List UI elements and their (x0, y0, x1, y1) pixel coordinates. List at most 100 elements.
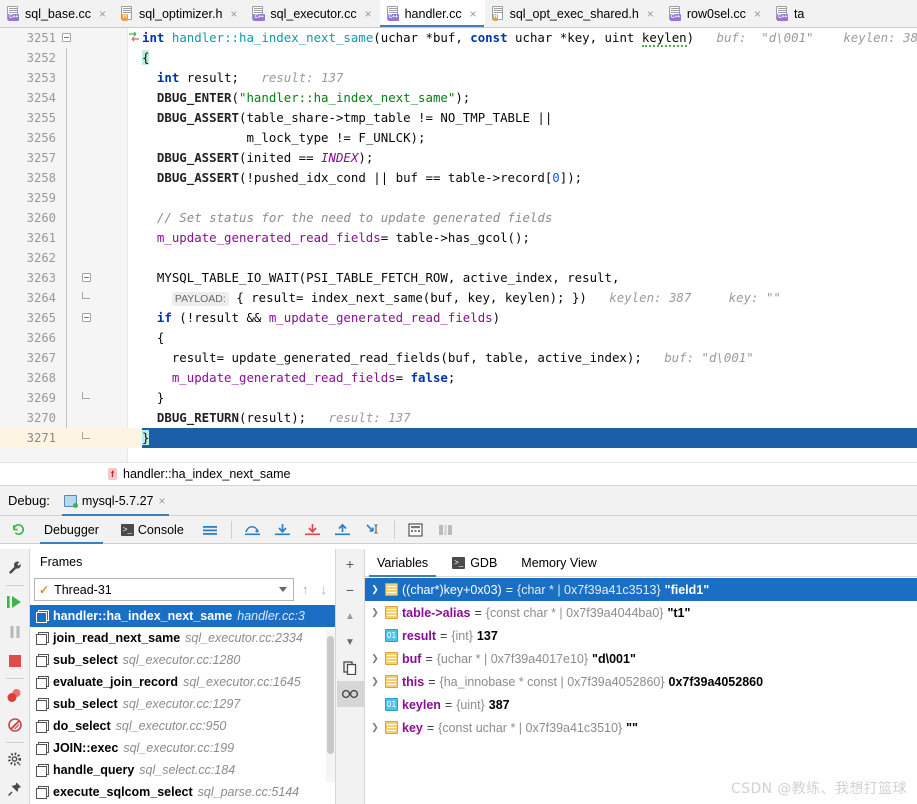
variable-row[interactable]: ❯ ((char*)key+0x03) = {char * | 0x7f39a4… (365, 578, 917, 601)
step-over-icon[interactable] (239, 515, 267, 545)
frame-row[interactable]: join_read_next_same sql_executor.cc:2334 (30, 627, 335, 649)
close-icon[interactable]: × (98, 8, 107, 20)
frame-row[interactable]: execute_sqlcom_select sql_parse.cc:5144 (30, 781, 335, 803)
tab-console[interactable]: >_ Console (111, 516, 194, 544)
line-markers[interactable] (60, 348, 126, 368)
close-icon[interactable]: × (229, 8, 238, 20)
line-markers[interactable] (60, 148, 126, 168)
breadcrumb-label[interactable]: handler::ha_index_next_same (123, 467, 290, 481)
tab-gdb[interactable]: >_ GDB (440, 549, 509, 576)
tab-variables[interactable]: Variables (365, 549, 440, 577)
line-markers[interactable] (60, 288, 126, 308)
code-editor[interactable]: 3251 int handler::ha_index_next_same(uch… (0, 28, 917, 462)
frame-row[interactable]: handle_query sql_select.cc:184 (30, 759, 335, 781)
copy-value-button[interactable] (337, 655, 364, 681)
stop-program-icon[interactable] (1, 646, 29, 676)
move-watch-up-button[interactable]: ▲ (337, 603, 364, 629)
line-markers[interactable] (60, 388, 126, 408)
line-markers[interactable] (60, 368, 126, 388)
thread-dropdown[interactable]: ✓ Thread-31 (34, 578, 294, 601)
frame-down-button[interactable]: ↓ (317, 582, 332, 597)
remove-watch-button[interactable]: − (337, 577, 364, 603)
chevron-right-icon[interactable]: ❯ (369, 607, 381, 618)
frame-up-button[interactable]: ↑ (298, 582, 313, 597)
fold-end-icon[interactable] (82, 392, 90, 399)
line-markers[interactable] (60, 228, 126, 248)
breadcrumb[interactable]: f handler::ha_index_next_same (0, 462, 917, 486)
add-watch-button[interactable]: + (337, 551, 364, 577)
line-markers[interactable] (60, 268, 126, 288)
code-content[interactable]: 3251 int handler::ha_index_next_same(uch… (0, 28, 917, 462)
move-watch-down-button[interactable]: ▼ (337, 629, 364, 655)
resume-program-icon[interactable] (1, 587, 29, 617)
chevron-down-icon[interactable] (279, 587, 287, 592)
line-markers[interactable] (60, 68, 126, 88)
run-to-cursor-icon[interactable] (359, 515, 387, 545)
line-markers[interactable] (60, 308, 126, 328)
tab-memory-view[interactable]: Memory View (509, 549, 608, 576)
line-markers[interactable] (60, 328, 126, 348)
fold-toggle-icon[interactable] (82, 273, 91, 282)
chevron-right-icon[interactable]: ❯ (369, 653, 381, 664)
variable-row[interactable]: ❯ buf = {uchar * | 0x7f39a4017e10} "d\00… (365, 647, 917, 670)
close-icon[interactable]: × (469, 8, 478, 20)
view-breakpoints-icon[interactable] (1, 681, 29, 711)
editor-tab-sql-executor-cc[interactable]: C++ sql_executor.cc × (245, 0, 379, 27)
frame-row[interactable]: do_select sql_executor.cc:950 (30, 715, 335, 737)
fold-end-icon[interactable] (82, 432, 90, 439)
rerun-icon[interactable] (4, 515, 32, 545)
debug-session-tab[interactable]: mysql-5.7.27 × (58, 486, 173, 516)
frame-row[interactable]: handler::ha_index_next_same handler.cc:3 (30, 605, 335, 627)
line-markers[interactable] (60, 248, 126, 268)
settings-wrench-icon[interactable] (1, 553, 29, 583)
settings-gear-icon[interactable] (1, 745, 29, 775)
line-markers[interactable] (60, 208, 126, 228)
evaluate-expression-icon[interactable] (402, 515, 430, 545)
editor-tab-sql-base-cc[interactable]: C++ sql_base.cc × (0, 0, 114, 27)
mute-breakpoints-icon[interactable] (1, 710, 29, 740)
line-markers[interactable] (60, 88, 126, 108)
close-icon[interactable]: × (158, 494, 165, 508)
line-markers[interactable] (60, 48, 126, 68)
frame-row[interactable]: JOIN::exec sql_executor.cc:199 (30, 737, 335, 759)
line-markers[interactable] (60, 108, 126, 128)
editor-tab-handler-cc[interactable]: C++ handler.cc × (379, 0, 485, 27)
line-markers[interactable]: ➞ (60, 428, 165, 448)
frames-scrollbar-thumb[interactable] (327, 636, 334, 754)
editor-tab-row0sel-cc[interactable]: C++ row0sel.cc × (662, 0, 769, 27)
force-step-into-icon[interactable] (299, 515, 327, 545)
line-markers[interactable] (60, 128, 126, 148)
close-icon[interactable]: × (753, 8, 762, 20)
editor-tab-sql-opt-exec-shared-h[interactable]: H sql_opt_exec_shared.h × (485, 0, 662, 27)
variables-list[interactable]: ❯ ((char*)key+0x03) = {char * | 0x7f39a4… (365, 577, 917, 804)
line-markers[interactable] (60, 28, 139, 48)
fold-end-icon[interactable] (82, 292, 90, 299)
variable-row[interactable]: ❯ key = {const uchar * | 0x7f39a41c3510}… (365, 716, 917, 739)
variable-row[interactable]: 01 result = {int} 137 (365, 624, 917, 647)
chevron-right-icon[interactable]: ❯ (369, 722, 381, 733)
frame-row[interactable]: evaluate_join_record sql_executor.cc:164… (30, 671, 335, 693)
show-frames-icon[interactable] (432, 515, 460, 545)
frames-list[interactable]: handler::ha_index_next_same handler.cc:3… (30, 604, 335, 804)
inspect-button[interactable] (336, 681, 364, 707)
close-icon[interactable]: × (364, 8, 373, 20)
chevron-right-icon[interactable]: ❯ (369, 676, 381, 687)
line-markers[interactable] (60, 408, 126, 428)
pause-program-icon[interactable] (1, 617, 29, 647)
chevron-right-icon[interactable]: ❯ (369, 584, 381, 595)
variable-row[interactable]: 01 keylen = {uint} 387 (365, 693, 917, 716)
frames-scrollbar[interactable] (326, 630, 335, 782)
editor-tab-sql-optimizer-h[interactable]: H sql_optimizer.h × (114, 0, 245, 27)
fold-toggle-icon[interactable] (82, 313, 91, 322)
line-markers[interactable] (60, 188, 126, 208)
variable-row[interactable]: ❯ table->alias = {const char * | 0x7f39a… (365, 601, 917, 624)
editor-tab-truncated[interactable]: C++ ta (769, 0, 811, 27)
variable-row[interactable]: ❯ this = {ha_innobase * const | 0x7f39a4… (365, 670, 917, 693)
fold-toggle-icon[interactable] (62, 33, 71, 42)
line-markers[interactable] (60, 168, 126, 188)
layout-settings-icon[interactable] (196, 515, 224, 545)
close-icon[interactable]: × (646, 8, 655, 20)
step-into-icon[interactable] (269, 515, 297, 545)
step-out-icon[interactable] (329, 515, 357, 545)
frame-row[interactable]: sub_select sql_executor.cc:1280 (30, 649, 335, 671)
